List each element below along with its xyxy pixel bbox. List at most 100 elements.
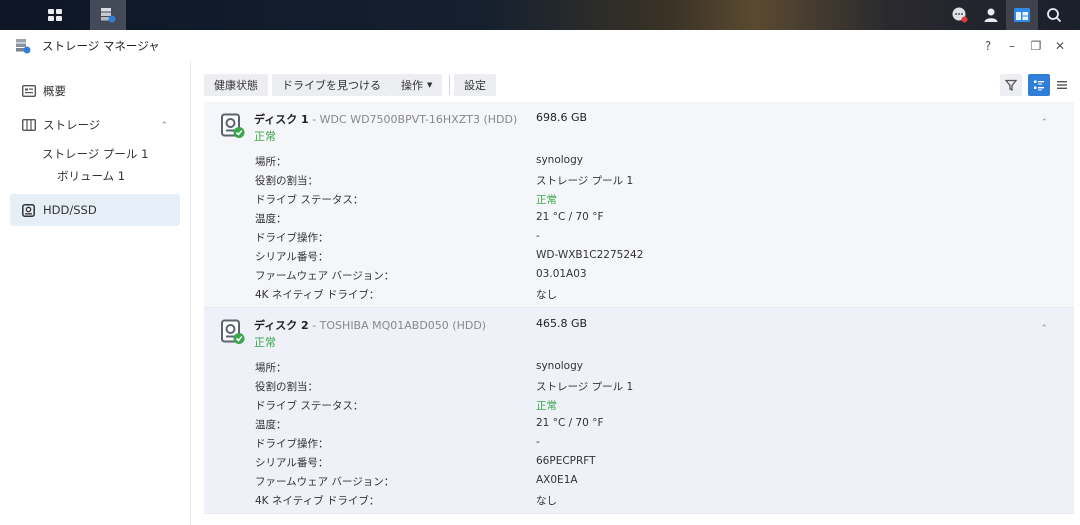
- hdd-icon: [22, 203, 36, 217]
- detail-value: -: [536, 230, 540, 242]
- disk-capacity: 698.6 GB: [536, 111, 588, 124]
- restore-button[interactable]: ❐: [1024, 34, 1048, 58]
- disk-capacity: 465.8 GB: [536, 317, 588, 330]
- sidebar-item-label: ストレージ: [43, 118, 101, 132]
- disk-card[interactable]: ディスク 1 - WDC WD7500BPVT-16HXZT3 (HDD) 正常…: [204, 102, 1074, 308]
- detail-row-native4k: 4K ネイティブ ドライブ： なし: [255, 491, 955, 510]
- detail-label: ドライブ操作：: [255, 438, 329, 450]
- detail-value: 03.01A03: [536, 268, 587, 280]
- toolbar-divider: [449, 75, 450, 95]
- detail-row-location: 場所： synology: [255, 358, 955, 377]
- sidebar-item-label: HDD/SSD: [43, 203, 97, 217]
- chevron-up-icon[interactable]: ⌃: [1040, 324, 1048, 334]
- disk-model: - TOSHIBA MQ01ABD050 (HDD): [308, 319, 487, 332]
- sidebar-item-overview[interactable]: 概要: [10, 75, 180, 107]
- widgets-button[interactable]: [1006, 0, 1038, 30]
- storage-manager-icon: [101, 8, 116, 23]
- list-view-button[interactable]: [1051, 74, 1073, 96]
- close-button[interactable]: ✕: [1048, 34, 1072, 58]
- detail-value: ストレージ プール 1: [536, 381, 634, 393]
- disk-icon: [220, 113, 246, 139]
- detail-label: シリアル番号：: [255, 457, 329, 469]
- detail-value: 正常: [536, 194, 557, 206]
- storage-manager-window: ストレージ マネージャ ? – ❐ ✕ 概要 ストレージ ⌃ ストレージ プール…: [0, 30, 1080, 525]
- help-button[interactable]: ?: [976, 34, 1000, 58]
- window-title: ストレージ マネージャ: [42, 38, 160, 53]
- sidebar-item-volume[interactable]: ボリューム 1: [0, 165, 190, 187]
- detail-label: ファームウェア バージョン：: [255, 270, 395, 282]
- detail-value: WD-WXB1C2275242: [536, 249, 644, 261]
- detail-label: 役割の割当：: [255, 381, 318, 393]
- detail-value: synology: [536, 360, 583, 372]
- detail-row-native4k: 4K ネイティブ ドライブ： なし: [255, 285, 955, 304]
- sidebar-item-storage[interactable]: ストレージ ⌃: [10, 109, 180, 141]
- detail-row-drive-ops: ドライブ操作： -: [255, 228, 955, 247]
- disk-icon: [220, 319, 246, 345]
- detail-label: 4K ネイティブ ドライブ：: [255, 495, 380, 507]
- storage-manager-icon: [14, 36, 34, 56]
- main-panel: 健康状態 ドライブを見つける 操作 ▼ 設定 ディスク 1 - WDC WD75…: [192, 61, 1080, 525]
- detail-value: AX0E1A: [536, 474, 578, 486]
- detail-label: シリアル番号：: [255, 251, 329, 263]
- health-status-button[interactable]: 健康状態: [204, 74, 268, 96]
- window-controls: ? – ❐ ✕: [976, 30, 1072, 61]
- filter-button[interactable]: [1000, 74, 1022, 96]
- detail-value: 21 °C / 70 °F: [536, 417, 604, 429]
- disk-details: 場所： synology 役割の割当： ストレージ プール 1 ドライブ ステータス…: [255, 358, 955, 510]
- detail-value: synology: [536, 154, 583, 166]
- operation-dropdown[interactable]: 操作 ▼: [391, 74, 443, 96]
- toolbar: 健康状態 ドライブを見つける 操作 ▼ 設定: [192, 61, 1080, 101]
- detail-row-drive-ops: ドライブ操作： -: [255, 434, 955, 453]
- detail-value: なし: [536, 289, 557, 301]
- detail-value: なし: [536, 495, 557, 507]
- disk-card[interactable]: ディスク 2 - TOSHIBA MQ01ABD050 (HDD) 正常 465…: [204, 308, 1074, 514]
- minimize-button[interactable]: –: [1000, 34, 1024, 58]
- detail-row-firmware: ファームウェア バージョン： 03.01A03: [255, 266, 955, 285]
- detail-label: 4K ネイティブ ドライブ：: [255, 289, 380, 301]
- detail-label: 場所：: [255, 362, 287, 374]
- search-icon: [1047, 8, 1062, 23]
- detail-row-drive-status: ドライブ ステータス： 正常: [255, 190, 955, 209]
- detail-row-location: 場所： synology: [255, 152, 955, 171]
- taskbar-storage-manager[interactable]: [90, 0, 126, 30]
- detail-value: 正常: [536, 400, 557, 412]
- detail-label: ドライブ ステータス：: [255, 400, 364, 412]
- chevron-up-icon[interactable]: ⌃: [1040, 118, 1048, 128]
- detail-label: 温度：: [255, 213, 287, 225]
- detail-view-icon: [1034, 80, 1044, 91]
- settings-button[interactable]: 設定: [454, 74, 496, 96]
- title-bar[interactable]: ストレージ マネージャ ? – ❐ ✕: [0, 30, 1080, 61]
- chat-icon: [952, 7, 968, 23]
- filter-icon: [1005, 79, 1017, 91]
- main-menu-button[interactable]: [34, 0, 76, 30]
- search-button[interactable]: [1038, 0, 1070, 30]
- sidebar-item-label: 概要: [43, 84, 66, 98]
- detail-view-button[interactable]: [1028, 74, 1050, 96]
- sidebar-item-hdd-ssd[interactable]: HDD/SSD: [10, 194, 180, 226]
- detail-row-serial: シリアル番号： 66PECPRFT: [255, 453, 955, 472]
- detail-label: ファームウェア バージョン：: [255, 476, 395, 488]
- detail-value: 66PECPRFT: [536, 455, 596, 467]
- disk-status: 正常: [254, 130, 276, 143]
- sidebar: 概要 ストレージ ⌃ ストレージ プール 1 ボリューム 1 HDD/SSD: [0, 61, 191, 525]
- taskbar: [0, 0, 1080, 30]
- notification-button[interactable]: [944, 0, 976, 30]
- caret-down-icon: ▼: [427, 81, 433, 89]
- disk-title: ディスク 2 - TOSHIBA MQ01ABD050 (HDD): [254, 317, 486, 333]
- widget-icon: [1014, 8, 1030, 22]
- detail-value: 21 °C / 70 °F: [536, 211, 604, 223]
- detail-row-drive-status: ドライブ ステータス： 正常: [255, 396, 955, 415]
- detail-row-serial: シリアル番号： WD-WXB1C2275242: [255, 247, 955, 266]
- user-icon: [984, 8, 998, 22]
- detail-value: -: [536, 436, 540, 448]
- disk-details: 場所： synology 役割の割当： ストレージ プール 1 ドライブ ステータス…: [255, 152, 955, 304]
- sidebar-item-storage-pool[interactable]: ストレージ プール 1: [0, 143, 190, 165]
- detail-row-role: 役割の割当： ストレージ プール 1: [255, 377, 955, 396]
- disk-model: - WDC WD7500BPVT-16HXZT3 (HDD): [308, 113, 518, 126]
- chevron-up-icon[interactable]: ⌃: [160, 121, 168, 131]
- locate-drive-button[interactable]: ドライブを見つける: [272, 74, 391, 96]
- user-button[interactable]: [975, 0, 1007, 30]
- detail-label: 役割の割当：: [255, 175, 318, 187]
- list-view-icon: [1057, 81, 1067, 89]
- disk-status: 正常: [254, 336, 276, 349]
